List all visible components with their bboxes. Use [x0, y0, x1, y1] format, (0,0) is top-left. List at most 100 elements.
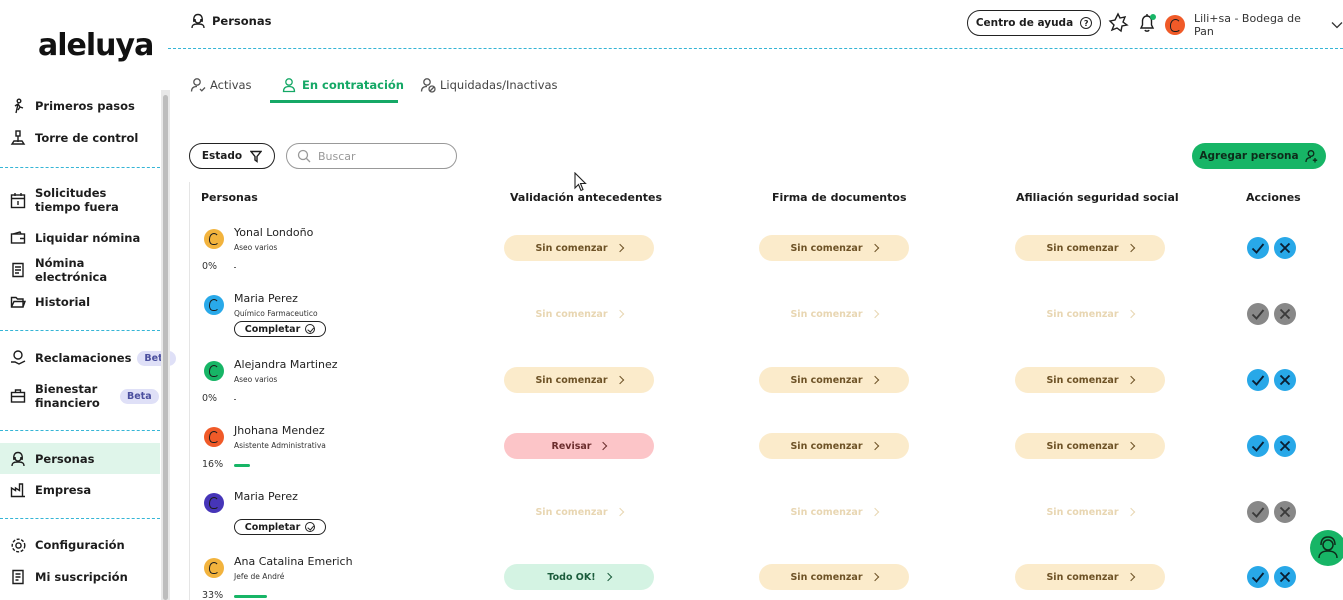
reject-button[interactable] [1274, 237, 1296, 259]
person-name[interactable]: Ana Catalina Emerich [234, 555, 353, 568]
status-pill[interactable]: Sin comenzar [759, 564, 909, 590]
chevron-right-icon [615, 375, 624, 385]
column-header-personas: Personas [201, 191, 258, 204]
status-label: Sin comenzar [535, 308, 608, 320]
sidebar-item-label: Solicitudes tiempo fuera [35, 186, 119, 214]
person-name[interactable]: Jhohana Mendez [234, 424, 325, 437]
person-name[interactable]: Maria Perez [234, 292, 298, 305]
progress-percent: 0% [202, 261, 218, 272]
user-menu[interactable]: Lili+sa - Bodega de Pan [1165, 12, 1343, 38]
sidebar-divider [0, 167, 160, 168]
sidebar-item-label: Personas [35, 451, 95, 466]
complete-button[interactable]: Completar [234, 321, 326, 337]
sidebar-item-torre-de-control[interactable]: Torre de control [0, 128, 160, 148]
search-input[interactable]: Buscar [286, 143, 457, 169]
briefcase-icon [9, 387, 27, 405]
approve-button[interactable] [1247, 501, 1269, 523]
person-role: Jefe de André [234, 572, 285, 581]
sidebar-item-label: Historial [35, 295, 91, 309]
sidebar-item-personas[interactable]: Personas [0, 443, 160, 474]
status-pill[interactable]: Sin comenzar [1015, 499, 1165, 525]
approve-button[interactable] [1247, 369, 1269, 391]
status-pill[interactable]: Sin comenzar [1015, 367, 1165, 393]
status-label: Sin comenzar [790, 506, 863, 518]
reject-button[interactable] [1274, 435, 1296, 457]
status-pill[interactable]: Sin comenzar [759, 433, 909, 459]
sidebar-item-empresa[interactable]: Empresa [0, 480, 160, 500]
person-name[interactable]: Yonal Londoño [234, 226, 313, 239]
status-pill[interactable]: Revisar [504, 433, 654, 459]
estado-filter-button[interactable]: Estado [189, 143, 275, 169]
approve-button[interactable] [1247, 566, 1269, 588]
search-icon [297, 149, 311, 163]
sidebar-item-liquidar-nomina[interactable]: Liquidar nómina [0, 228, 160, 248]
sidebar-item-solicitudes[interactable]: Solicitudes tiempo fuera [0, 185, 160, 215]
sidebar-item-label: Primeros pasos [35, 99, 135, 113]
tab-activas[interactable]: Activas [190, 77, 252, 93]
status-pill[interactable]: Sin comenzar [759, 235, 909, 261]
sidebar-item-reclamaciones[interactable]: Reclamaciones Beta [0, 348, 177, 368]
approve-button[interactable] [1247, 435, 1269, 457]
money-hand-icon [9, 349, 27, 367]
status-label: Sin comenzar [1046, 308, 1119, 320]
progress-percent: 33% [202, 590, 224, 600]
beta-badge: Beta [120, 388, 159, 404]
sidebar-item-historial[interactable]: Historial [0, 292, 160, 312]
sidebar-item-label: Mi suscripción [35, 570, 128, 584]
sidebar: aleluya Primeros pasos Torre de control … [0, 0, 177, 600]
chevron-right-icon [615, 243, 624, 253]
bell-icon[interactable] [1136, 12, 1158, 34]
gear-icon [9, 536, 27, 554]
progress-bar [234, 399, 236, 400]
sidebar-divider [0, 518, 160, 519]
status-label: Sin comenzar [790, 571, 863, 583]
chevron-right-icon [870, 309, 879, 319]
sidebar-item-primeros-pasos[interactable]: Primeros pasos [0, 96, 160, 116]
approve-button[interactable] [1247, 237, 1269, 259]
tab-en-contratacion[interactable]: En contratación [282, 77, 404, 93]
sidebar-divider [0, 430, 160, 431]
status-pill[interactable]: Todo OK! [504, 564, 654, 590]
reject-button[interactable] [1274, 566, 1296, 588]
status-pill[interactable]: Sin comenzar [1015, 564, 1165, 590]
add-person-button[interactable]: Agregar persona [1192, 143, 1326, 169]
status-pill[interactable]: Sin comenzar [759, 499, 909, 525]
status-pill[interactable]: Sin comenzar [759, 367, 909, 393]
sidebar-scroll-thumb[interactable] [163, 95, 168, 600]
puzzle-badge-icon[interactable] [1107, 12, 1129, 34]
person-name[interactable]: Alejandra Martinez [234, 358, 338, 371]
person-icon [9, 450, 27, 468]
support-chat-button[interactable] [1310, 530, 1343, 566]
sidebar-item-label: Bienestar financiero [35, 382, 100, 410]
sidebar-item-configuracion[interactable]: Configuración [0, 535, 160, 555]
sidebar-item-nomina-electronica[interactable]: Nómina electrónica [0, 256, 160, 284]
status-pill[interactable]: Sin comenzar [504, 235, 654, 261]
progress-bar [234, 267, 236, 268]
status-pill[interactable]: Sin comenzar [759, 301, 909, 327]
sidebar-item-label: Torre de control [35, 131, 139, 145]
complete-button[interactable]: Completar [234, 519, 326, 535]
sidebar-item-bienestar-financiero[interactable]: Bienestar financiero Beta [0, 380, 160, 412]
reject-button[interactable] [1274, 369, 1296, 391]
status-label: Sin comenzar [535, 506, 608, 518]
sidebar-item-label: Nómina electrónica [35, 256, 108, 284]
person-role: Aseo varios [234, 375, 278, 384]
status-pill[interactable]: Sin comenzar [504, 367, 654, 393]
status-pill[interactable]: Sin comenzar [504, 301, 654, 327]
approve-button[interactable] [1247, 303, 1269, 325]
person-name[interactable]: Maria Perez [234, 490, 298, 503]
column-header-validacion: Validación antecedentes [510, 191, 663, 204]
tab-liquidadas-inactivas[interactable]: Liquidadas/Inactivas [420, 77, 558, 93]
status-label: Sin comenzar [535, 242, 608, 254]
help-center-button[interactable]: Centro de ayuda ? [967, 10, 1101, 36]
status-pill[interactable]: Sin comenzar [1015, 301, 1165, 327]
chevron-right-icon [1126, 441, 1135, 451]
reject-button[interactable] [1274, 501, 1296, 523]
status-pill[interactable]: Sin comenzar [1015, 433, 1165, 459]
column-header-acciones: Acciones [1246, 191, 1301, 204]
status-pill[interactable]: Sin comenzar [504, 499, 654, 525]
column-header-afiliacion: Afiliación seguridad social [1016, 191, 1179, 204]
reject-button[interactable] [1274, 303, 1296, 325]
status-pill[interactable]: Sin comenzar [1015, 235, 1165, 261]
sidebar-item-mi-suscripcion[interactable]: Mi suscripción [0, 567, 160, 587]
